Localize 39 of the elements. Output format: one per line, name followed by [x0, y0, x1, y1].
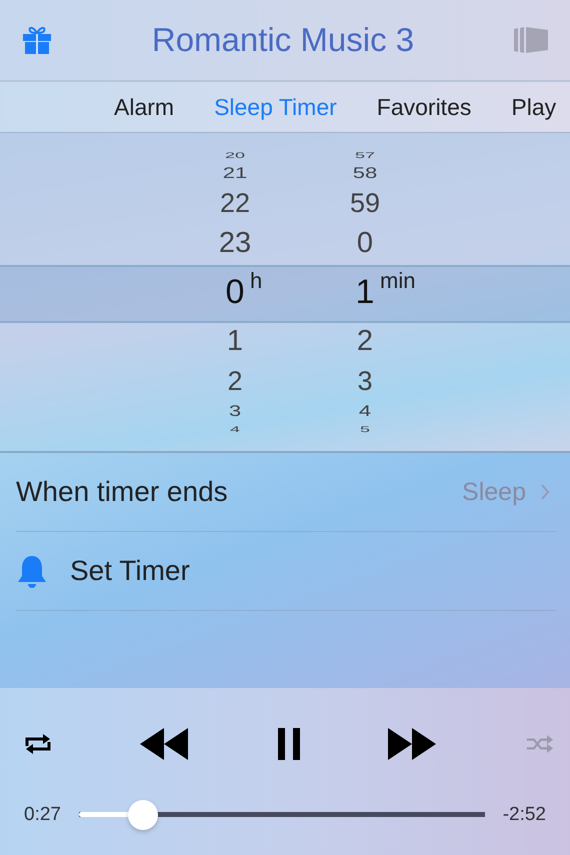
picker-value[interactable]: 21 — [222, 164, 248, 182]
slider-thumb[interactable] — [128, 800, 158, 830]
tab[interactable]: Play — [511, 94, 556, 120]
row-label: Set Timer — [70, 555, 191, 587]
picker-value[interactable]: 5 — [360, 424, 370, 434]
picker-value[interactable]: 3 — [228, 402, 242, 420]
gift-icon[interactable] — [22, 26, 52, 54]
picker-value[interactable]: 57 — [354, 150, 376, 160]
unit-label: min — [380, 268, 416, 294]
timer-end-row[interactable]: When timer ends Sleep — [16, 453, 556, 532]
picker-value[interactable]: 59 — [350, 188, 380, 218]
repeat-icon[interactable] — [24, 732, 52, 756]
bell-icon — [16, 554, 48, 588]
picker-value[interactable]: 0 — [356, 226, 374, 260]
picker-value[interactable]: 2 — [356, 324, 374, 358]
rewind-icon[interactable] — [140, 728, 190, 760]
row-value: Sleep — [462, 478, 526, 506]
picker-value[interactable]: 1 — [226, 324, 244, 358]
elapsed-time: 0:27 — [24, 804, 61, 826]
picker-value[interactable]: 4 — [230, 424, 240, 434]
remaining-time: -2:52 — [502, 804, 546, 826]
picker-value[interactable]: 22 — [220, 188, 250, 218]
picker-value[interactable]: 3 — [357, 366, 373, 396]
chevron-icon — [540, 483, 550, 501]
picker-value[interactable]: 0 — [226, 272, 244, 312]
tab[interactable]: Favorites — [376, 94, 472, 120]
row-label: When timer ends — [16, 476, 229, 508]
picker-value[interactable]: 20 — [224, 150, 246, 160]
picker-value[interactable]: 2 — [227, 366, 243, 396]
picker-value[interactable]: 23 — [218, 226, 252, 260]
pause-icon[interactable] — [278, 728, 300, 760]
unit-label: h — [250, 268, 262, 294]
tab[interactable]: Alarm — [114, 94, 174, 120]
picker-value[interactable]: 58 — [352, 164, 378, 182]
picker-value[interactable]: 4 — [358, 402, 372, 420]
app-title: Romantic Music 3 — [150, 21, 416, 59]
fast-forward-icon[interactable] — [388, 728, 438, 760]
set-timer-row[interactable]: Set Timer — [16, 532, 556, 611]
picker-value[interactable]: 1 — [356, 272, 374, 312]
